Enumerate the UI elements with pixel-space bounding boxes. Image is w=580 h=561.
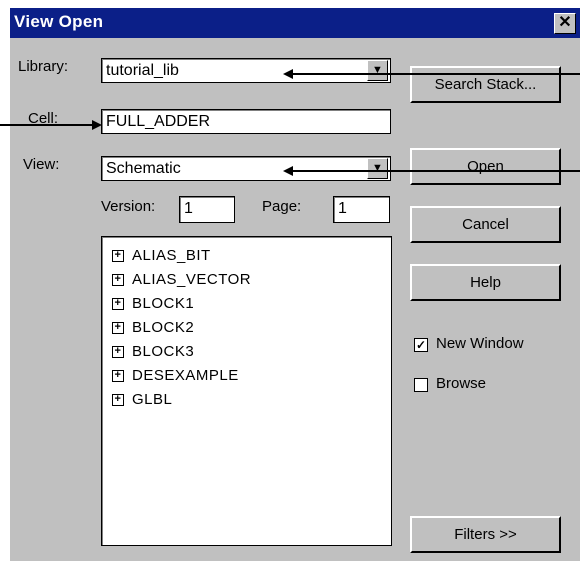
library-callout-line [292,73,580,75]
view-value: Schematic [106,160,181,177]
new-window-label[interactable]: New Window [436,335,524,352]
view-open-dialog: View Open ✕ Library: tutorial_lib ▼ Cell… [10,8,580,561]
help-label: Help [470,274,501,291]
list-item[interactable]: + GLBL [112,391,172,411]
cancel-label: Cancel [462,216,509,233]
list-item-label: BLOCK3 [132,343,195,360]
cell-list[interactable]: + ALIAS_BIT + ALIAS_VECTOR + BLOCK1 + BLOCK2… [101,236,392,546]
page-input[interactable]: 1 [333,196,390,223]
open-button[interactable]: Open [410,148,561,185]
page-value: 1 [338,200,347,217]
view-combobox[interactable]: Schematic [101,156,391,181]
close-button[interactable]: ✕ [554,13,576,34]
list-item[interactable]: + ALIAS_VECTOR [112,271,251,291]
list-item[interactable]: + BLOCK3 [112,343,194,363]
window-title: View Open [14,12,104,31]
view-callout-line [292,170,580,172]
browse-label[interactable]: Browse [436,375,486,392]
list-item-label: BLOCK2 [132,319,195,336]
list-item-label: BLOCK1 [132,295,195,312]
view-dropdown-icon[interactable]: ▼ [367,158,388,179]
filters-button[interactable]: Filters >> [410,516,561,553]
cell-callout-arrowhead-icon [92,120,102,130]
browse-checkbox[interactable] [414,378,428,392]
library-label: Library: [18,58,69,75]
library-combobox[interactable]: tutorial_lib [101,58,391,83]
expand-icon[interactable]: + [112,394,124,407]
list-item-label: DESEXAMPLE [132,367,239,384]
list-item[interactable]: + BLOCK2 [112,319,194,339]
expand-icon[interactable]: + [112,346,124,359]
help-button[interactable]: Help [410,264,561,301]
page-label: Page: [262,198,302,215]
library-dropdown-icon[interactable]: ▼ [367,60,388,81]
expand-icon[interactable]: + [112,250,124,263]
open-label: Open [467,158,504,175]
filters-label: Filters >> [454,526,517,543]
view-callout-arrowhead-icon [283,166,293,176]
list-item[interactable]: + DESEXAMPLE [112,367,239,387]
library-callout-arrowhead-icon [283,69,293,79]
expand-icon[interactable]: + [112,274,124,287]
version-value: 1 [184,200,193,217]
list-item[interactable]: + ALIAS_BIT [112,247,211,267]
cancel-button[interactable]: Cancel [410,206,561,243]
list-item-label: ALIAS_BIT [132,247,211,264]
library-value: tutorial_lib [106,62,179,79]
list-item-label: ALIAS_VECTOR [132,271,252,288]
new-window-checkbox[interactable]: ✓ [414,338,428,352]
expand-icon[interactable]: + [112,298,124,311]
cell-input[interactable]: FULL_ADDER [101,109,391,134]
cell-value: FULL_ADDER [106,113,211,130]
cell-callout-line [0,124,92,126]
version-label: Version: [101,198,156,215]
list-item-label: GLBL [132,391,173,408]
expand-icon[interactable]: + [112,370,124,383]
expand-icon[interactable]: + [112,322,124,335]
version-input[interactable]: 1 [179,196,235,223]
search-stack-button[interactable]: Search Stack... [410,66,561,103]
view-label: View: [23,156,60,173]
title-bar[interactable]: View Open ✕ [10,8,580,38]
list-item[interactable]: + BLOCK1 [112,295,194,315]
